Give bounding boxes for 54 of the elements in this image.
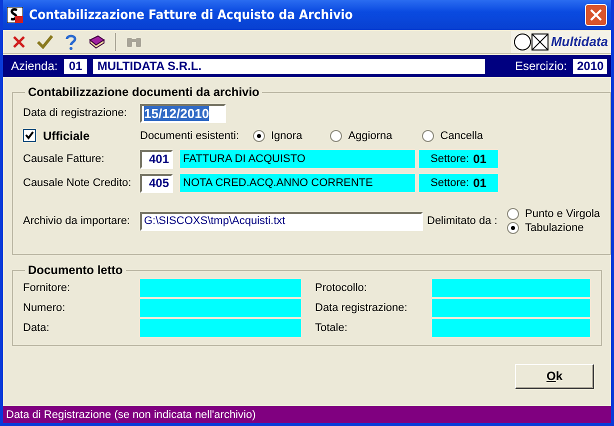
field-label: Protocollo: [315, 282, 368, 294]
sector-label: Settore: [430, 153, 470, 165]
app-icon [7, 7, 23, 23]
sector-label: Settore: [430, 177, 470, 189]
window-title: Contabilizzazione Fatture di Acquisto da Archivio [29, 8, 353, 22]
field-label: Fornitore: [23, 282, 72, 294]
code-field[interactable]: 405 [140, 174, 173, 192]
description-field: NOTA CRED.ACQ.ANNO CORRENTE [180, 174, 415, 192]
ok-button[interactable]: Ok [515, 364, 594, 388]
field-label: Data: [23, 322, 50, 334]
close-icon [13, 36, 25, 48]
company-name-field: MULTIDATA S.R.L. [93, 58, 485, 74]
year-field: 2010 [573, 58, 607, 74]
field-label: Delimitato da : [427, 215, 498, 227]
sector-value: 01 [473, 176, 486, 190]
field-label: Numero: [23, 302, 66, 314]
field-label: Causale Note Credito: [23, 177, 132, 189]
status-bar: Data di Registrazione (se non indicata nell'archivio) [3, 406, 611, 423]
radio-label: Tabulazione [525, 222, 584, 234]
checkbox[interactable] [23, 129, 36, 142]
radio-button[interactable] [422, 130, 434, 142]
file-path-field[interactable]: G:\SISCOXS\tmp\Acquisti.txt [140, 212, 423, 230]
year-label: Esercizio: [514, 59, 567, 73]
group-title: Contabilizzazione documenti da archivio [27, 85, 260, 99]
logo-text: Multidata [550, 34, 608, 49]
close-icon [590, 9, 602, 21]
description-field: FATTURA DI ACQUISTO [180, 150, 415, 168]
book-icon [89, 34, 105, 48]
radio-button[interactable] [253, 130, 265, 142]
binoculars-icon [126, 35, 142, 48]
field-label: Documenti esistenti: [140, 130, 240, 142]
close-button[interactable] [585, 4, 607, 26]
checkbox-label: Ufficiale [43, 129, 90, 143]
radio-button[interactable] [330, 130, 342, 142]
company-label: Azienda: [11, 59, 58, 73]
company-code-field: 01 [64, 58, 88, 74]
field-label: Data registrazione: [315, 302, 408, 314]
radio-label: Ignora [271, 130, 302, 142]
field-label: Totale: [315, 322, 348, 334]
group-title: Documento letto [27, 263, 124, 277]
checkmark-icon [37, 34, 53, 48]
field-label: Archivio da importare: [23, 215, 131, 227]
radio-label: Punto e Virgola [525, 208, 600, 220]
help-icon [65, 34, 77, 50]
code-field[interactable]: 401 [140, 150, 173, 168]
field-label: Data di registrazione: [23, 107, 128, 119]
radio-button[interactable] [507, 208, 519, 220]
radio-label: Cancella [440, 130, 484, 142]
radio-label: Aggiorna [348, 130, 392, 142]
date-field[interactable]: 15/12/2010 [140, 104, 226, 122]
field-label: Causale Fatture: [23, 153, 106, 165]
radio-button[interactable] [507, 222, 519, 234]
logo-icon [514, 32, 550, 50]
sector-value: 01 [473, 152, 486, 166]
